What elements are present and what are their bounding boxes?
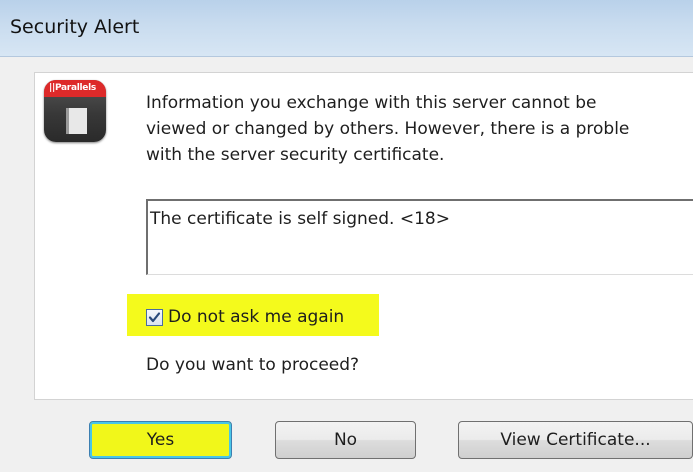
doorway-glyph [66,108,87,134]
proceed-question: Do you want to proceed? [146,355,360,375]
security-alert-dialog: Security Alert ||Parallels Information y… [0,0,693,472]
checkmark-icon [148,311,161,322]
yes-button[interactable]: Yes [89,421,232,459]
certificate-details-text: The certificate is self signed. <18> [150,209,450,229]
do-not-ask-again-checkbox[interactable] [146,308,163,326]
title-bar[interactable]: Security Alert [0,0,693,57]
window-title: Security Alert [10,16,140,38]
no-button[interactable]: No [275,421,416,459]
alert-message-line: viewed or changed by others. However, th… [146,119,630,139]
parallels-icon: ||Parallels [44,80,106,142]
do-not-ask-again-label[interactable]: Do not ask me again [168,307,344,327]
do-not-ask-again-option[interactable]: Do not ask me again [146,306,344,328]
alert-message: Information you exchange with this serve… [146,90,691,168]
alert-message-line: with the server security certificate. [146,145,445,165]
alert-message-line: Information you exchange with this serve… [146,93,597,113]
parallels-logo-text: ||Parallels [44,80,106,97]
certificate-details-box[interactable]: The certificate is self signed. <18> [146,199,693,275]
view-certificate-button[interactable]: View Certificate... [458,421,693,459]
